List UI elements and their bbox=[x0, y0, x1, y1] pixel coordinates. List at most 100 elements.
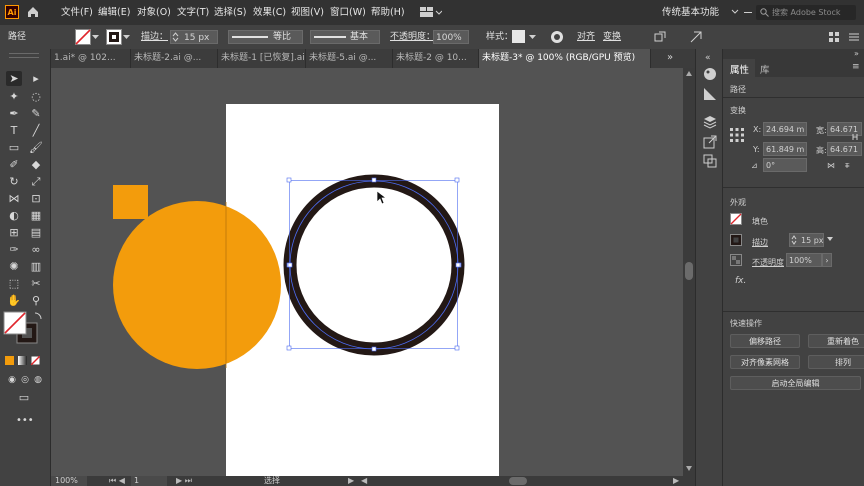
blend-tool-icon[interactable]: ∞ bbox=[28, 242, 44, 257]
stroke-color-icon[interactable] bbox=[730, 234, 742, 246]
screen-mode-icon[interactable]: ▭ bbox=[16, 390, 32, 405]
symbol-sprayer-tool-icon[interactable]: ✺ bbox=[6, 259, 22, 274]
paintbrush-tool-icon[interactable]: 🖌 bbox=[28, 140, 44, 155]
puppet-warp-icon[interactable] bbox=[690, 31, 702, 43]
offset-path-button[interactable]: 偏移路径 bbox=[730, 334, 800, 348]
scroll-thumb[interactable] bbox=[685, 262, 693, 280]
tab-document-3[interactable]: 未标题-1 [已恢复].ai bbox=[218, 49, 306, 68]
mesh-tool-icon[interactable]: ⊞ bbox=[6, 225, 22, 240]
canvas-area[interactable] bbox=[51, 68, 683, 476]
stroke-label[interactable]: 描边： bbox=[141, 25, 168, 49]
magic-wand-tool-icon[interactable]: ✦ bbox=[6, 89, 22, 104]
black-ring[interactable] bbox=[283, 174, 465, 356]
opacity-label[interactable]: 不透明度 bbox=[752, 257, 784, 268]
opacity-field[interactable]: 100% bbox=[786, 253, 822, 267]
reference-point-icon[interactable] bbox=[730, 128, 744, 142]
menu-view[interactable]: 视图(V) bbox=[291, 0, 324, 25]
recolor-artwork-icon[interactable] bbox=[550, 30, 564, 44]
status-menu-icon[interactable]: ▶ bbox=[348, 476, 354, 486]
orange-circle[interactable] bbox=[113, 201, 281, 369]
stroke-dropdown-icon[interactable] bbox=[827, 237, 833, 242]
edit-toolbar-icon[interactable]: ••• bbox=[16, 413, 34, 428]
eyedropper-tool-icon[interactable]: ✑ bbox=[6, 242, 22, 257]
angle-field[interactable]: 0° bbox=[763, 158, 807, 172]
workspace-switcher[interactable]: 传统基本功能 bbox=[662, 0, 719, 25]
menu-type[interactable]: 文字(T) bbox=[177, 0, 209, 25]
column-graph-tool-icon[interactable]: ▥ bbox=[28, 259, 44, 274]
tab-document-2[interactable]: 未标题-2.ai @... bbox=[131, 49, 218, 68]
color-panel-icon[interactable] bbox=[703, 67, 717, 81]
y-field[interactable]: 61.849 m bbox=[763, 142, 807, 156]
stroke-stepper-icon[interactable] bbox=[791, 235, 797, 245]
fill-none-icon[interactable] bbox=[730, 213, 742, 225]
color-mode-icon[interactable] bbox=[5, 356, 14, 365]
opacity-label[interactable]: 不透明度： bbox=[390, 25, 435, 49]
perspective-grid-tool-icon[interactable]: ▦ bbox=[28, 208, 44, 223]
tab-libraries[interactable]: 库 bbox=[760, 62, 770, 76]
line-tool-icon[interactable]: ╱ bbox=[28, 123, 44, 138]
menu-lines-icon[interactable] bbox=[848, 31, 860, 43]
collapse-panels-icon[interactable]: « bbox=[705, 53, 711, 63]
align-button[interactable]: 对齐 bbox=[577, 25, 595, 49]
curvature-tool-icon[interactable]: ✎ bbox=[28, 106, 44, 121]
slice-tool-icon[interactable]: ✂ bbox=[28, 276, 44, 291]
menu-help[interactable]: 帮助(H) bbox=[371, 0, 405, 25]
h-field[interactable]: 64.671 m bbox=[827, 142, 862, 156]
next-artboard-icon[interactable]: ▶ ⏭ bbox=[176, 476, 192, 486]
panel-collapse-icon[interactable]: » bbox=[854, 49, 859, 58]
orange-square[interactable] bbox=[113, 185, 148, 219]
panel-menu-icon[interactable] bbox=[828, 31, 840, 43]
scroll-up-icon[interactable] bbox=[686, 71, 692, 76]
stroke-swatch-icon[interactable] bbox=[106, 29, 122, 45]
first-artboard-icon[interactable]: ⏮ ◀ bbox=[109, 476, 125, 486]
minimize-button[interactable] bbox=[744, 12, 752, 13]
tab-document-5[interactable]: 未标题-2 @ 10... bbox=[393, 49, 479, 68]
flip-vertical-icon[interactable]: ⩨ bbox=[845, 161, 850, 171]
zoom-level[interactable]: 100% bbox=[51, 476, 87, 486]
fx-effects-button[interactable]: fx. bbox=[735, 276, 746, 286]
menu-object[interactable]: 对象(O) bbox=[137, 0, 171, 25]
artboard-tool-icon[interactable]: ⬚ bbox=[6, 276, 22, 291]
recolor-button[interactable]: 重新着色 bbox=[808, 334, 864, 348]
flip-horizontal-icon[interactable]: ⋈ bbox=[827, 161, 835, 170]
align-pixel-grid-button[interactable]: 对齐像素网格 bbox=[730, 355, 800, 369]
scale-tool-icon[interactable]: ⤢ bbox=[28, 174, 44, 189]
selection-tool-icon[interactable]: ➤ bbox=[6, 71, 22, 86]
stock-search-input[interactable]: 搜索 Adobe Stock bbox=[756, 5, 856, 20]
draw-inside-icon[interactable]: ◍ bbox=[30, 373, 46, 388]
arrange-button[interactable]: 排列 bbox=[808, 355, 864, 369]
artboards-panel-icon[interactable] bbox=[703, 154, 717, 168]
tab-document-active[interactable]: 未标题-3* @ 100% (RGB/GPU 预览) bbox=[479, 49, 651, 68]
menu-window[interactable]: 窗口(W) bbox=[330, 0, 366, 25]
gradient-tool-icon[interactable]: ▤ bbox=[28, 225, 44, 240]
pen-tool-icon[interactable]: ✒ bbox=[6, 106, 22, 121]
gradient-mode-icon[interactable] bbox=[18, 356, 27, 365]
menu-file[interactable]: 文件(F) bbox=[61, 0, 93, 25]
fill-stroke-swatches-icon[interactable] bbox=[3, 311, 43, 347]
artboard-number[interactable]: 1 bbox=[131, 476, 167, 486]
layers-panel-icon[interactable] bbox=[703, 115, 717, 129]
toolbar-grip[interactable] bbox=[9, 53, 39, 58]
rectangle-tool-icon[interactable]: ▭ bbox=[6, 140, 22, 155]
tabs-overflow-icon[interactable]: » bbox=[667, 53, 673, 63]
menu-edit[interactable]: 编辑(E) bbox=[98, 0, 130, 25]
constrain-proportions-icon[interactable] bbox=[851, 133, 859, 141]
shape-builder-tool-icon[interactable]: ◐ bbox=[6, 208, 22, 223]
direct-selection-tool-icon[interactable]: ▸ bbox=[28, 71, 44, 86]
color-guide-icon[interactable] bbox=[703, 87, 717, 101]
start-global-edit-button[interactable]: 启动全局编辑 bbox=[730, 376, 861, 390]
lasso-tool-icon[interactable]: ◌ bbox=[28, 89, 44, 104]
isolate-icon[interactable] bbox=[654, 31, 666, 43]
tab-document-1[interactable]: 1.ai* @ 102... bbox=[51, 49, 131, 68]
tab-properties[interactable]: 属性 bbox=[730, 62, 749, 76]
width-tool-icon[interactable]: ⋈ bbox=[6, 191, 22, 206]
transform-button[interactable]: 变换 bbox=[603, 25, 621, 49]
stepper-icon[interactable] bbox=[172, 31, 179, 43]
free-transform-tool-icon[interactable]: ⊡ bbox=[28, 191, 44, 206]
arrange-documents-icon[interactable] bbox=[420, 7, 442, 18]
chevron-down-icon[interactable] bbox=[731, 8, 739, 16]
type-tool-icon[interactable]: T bbox=[6, 123, 22, 138]
home-icon[interactable] bbox=[26, 5, 40, 19]
stroke-label[interactable]: 描边 bbox=[752, 237, 768, 248]
fill-dropdown-icon[interactable] bbox=[92, 35, 99, 40]
